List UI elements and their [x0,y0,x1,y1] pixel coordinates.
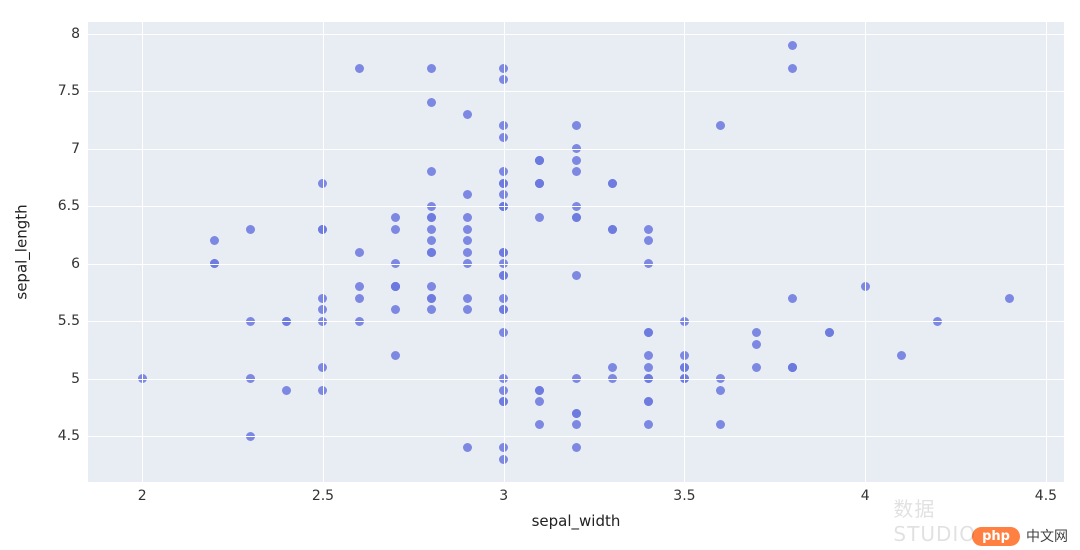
data-point [463,294,472,303]
x-tick-label: 2 [138,488,147,504]
data-point [463,236,472,245]
x-tick-label: 2.5 [312,488,334,504]
data-point [608,363,617,372]
data-point [427,64,436,73]
data-point [391,225,400,234]
gridline-h [88,264,1064,265]
data-point [463,213,472,222]
data-point [752,328,761,337]
data-point [391,282,400,291]
data-point [788,41,797,50]
data-point [644,328,653,337]
data-point [535,386,544,395]
data-point [355,248,364,257]
data-point [572,156,581,165]
php-logo-icon: php [972,527,1020,546]
x-tick-label: 4 [861,488,870,504]
gridline-h [88,91,1064,92]
y-tick-label: 7 [20,141,80,157]
data-point [210,236,219,245]
data-point [644,351,653,360]
data-point [572,121,581,130]
data-point [535,213,544,222]
x-tick-label: 4.5 [1035,488,1057,504]
data-point [788,294,797,303]
y-tick-label: 7.5 [20,83,80,99]
data-point [1005,294,1014,303]
data-point [752,340,761,349]
data-point [788,363,797,372]
data-point [246,225,255,234]
data-point [788,64,797,73]
y-tick-label: 5.5 [20,313,80,329]
data-point [463,305,472,314]
data-point [427,213,436,222]
y-tick-label: 6 [20,256,80,272]
data-point [282,386,291,395]
data-point [463,190,472,199]
plot-area [88,22,1064,482]
data-point [355,294,364,303]
gridline-h [88,379,1064,380]
gridline-h [88,149,1064,150]
data-point [427,225,436,234]
x-tick-label: 3.5 [673,488,695,504]
data-point [391,305,400,314]
data-point [825,328,834,337]
data-point [572,271,581,280]
data-point [427,167,436,176]
watermark: 数据STUDIO php 中文网 [972,526,1068,546]
data-point [463,225,472,234]
y-tick-label: 8 [20,26,80,42]
y-tick-label: 4.5 [20,428,80,444]
y-tick-label: 6.5 [20,198,80,214]
data-point [572,167,581,176]
data-point [752,363,761,372]
x-tick-label: 3 [499,488,508,504]
data-point [427,236,436,245]
data-point [427,294,436,303]
data-point [608,225,617,234]
data-point [535,156,544,165]
data-point [644,363,653,372]
data-point [572,213,581,222]
data-point [535,179,544,188]
data-point [644,397,653,406]
data-point [535,420,544,429]
data-point [608,179,617,188]
data-point [644,225,653,234]
data-point [572,443,581,452]
data-point [572,420,581,429]
data-point [463,248,472,257]
data-point [463,110,472,119]
scatter-figure: sepal_length sepal_width 数据STUDIO php 中文… [0,0,1080,550]
data-point [427,305,436,314]
data-point [427,98,436,107]
studio-watermark-icon: 数据STUDIO [893,493,976,546]
php-cn-label: 中文网 [1026,526,1068,546]
data-point [716,386,725,395]
y-tick-label: 5 [20,371,80,387]
data-point [355,64,364,73]
data-point [644,420,653,429]
data-point [463,443,472,452]
data-point [355,282,364,291]
data-point [391,351,400,360]
data-point [644,236,653,245]
data-point [572,409,581,418]
data-point [897,351,906,360]
data-point [535,397,544,406]
data-point [716,420,725,429]
gridline-h [88,321,1064,322]
gridline-h [88,206,1064,207]
data-point [427,248,436,257]
data-point [427,282,436,291]
data-point [391,213,400,222]
gridline-h [88,436,1064,437]
data-point [716,121,725,130]
gridline-h [88,34,1064,35]
